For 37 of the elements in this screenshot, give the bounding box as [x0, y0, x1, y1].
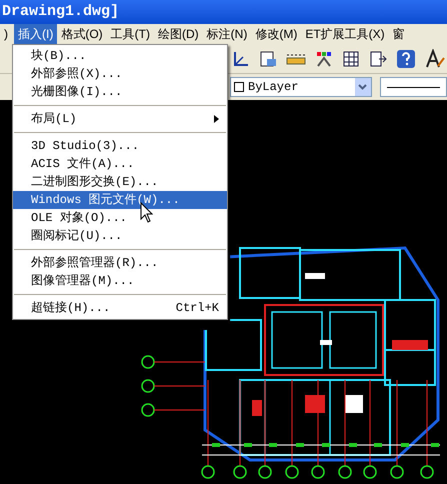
ucs-icon[interactable]: [232, 50, 250, 68]
menu-item[interactable]: 布局(L): [13, 110, 227, 128]
menu-bar-item[interactable]: 修改(M): [251, 24, 302, 44]
document-arrow-icon[interactable]: [369, 50, 387, 68]
menu-bar-item[interactable]: 绘图(D): [154, 24, 203, 44]
text-style-icon[interactable]: [425, 48, 445, 68]
linetype-line-icon: [386, 86, 440, 88]
menu-bar-item[interactable]: 标注(N): [202, 24, 252, 44]
menu-bar-item[interactable]: 插入(I): [14, 24, 58, 44]
color-swatch-icon: [234, 82, 244, 92]
menu-item[interactable]: ACIS 文件(A)...: [13, 155, 227, 173]
menu-item[interactable]: 圈阅标记(U)...: [13, 227, 227, 245]
menu-item[interactable]: OLE 对象(O)...: [13, 209, 227, 227]
window-title: Drawing1.dwg]: [2, 2, 120, 22]
submenu-arrow-icon: [214, 115, 219, 123]
menu-item[interactable]: 3D Studio(3)...: [13, 137, 227, 155]
color-value: ByLayer: [248, 79, 300, 96]
menu-item[interactable]: 二进制图形交换(E)...: [13, 173, 227, 191]
color-dropdown[interactable]: ByLayer: [230, 77, 372, 97]
menu-bar-item[interactable]: ET扩展工具(X): [301, 24, 389, 44]
linetype-dropdown[interactable]: [380, 77, 447, 97]
menu-item[interactable]: 外部参照(X)...: [13, 65, 227, 83]
menu-bar-item[interactable]: ): [0, 24, 14, 44]
menu-bar-item[interactable]: 窗: [388, 24, 409, 44]
menu-item[interactable]: 块(B)...: [13, 47, 227, 65]
palette-icon[interactable]: [315, 50, 333, 68]
menu-bar-item[interactable]: 工具(T): [106, 24, 154, 44]
document-icon[interactable]: [259, 50, 277, 68]
menu-item[interactable]: 光栅图像(I)...: [13, 83, 227, 101]
menu-item[interactable]: Windows 图元文件(W)...: [13, 191, 227, 209]
grid-icon[interactable]: [342, 50, 360, 68]
menu-bar-item[interactable]: 格式(O): [57, 24, 107, 44]
menu-item[interactable]: 图像管理器(M)...: [13, 272, 227, 290]
menu-item[interactable]: 外部参照管理器(R)...: [13, 254, 227, 272]
ruler-icon[interactable]: [286, 52, 306, 66]
help-icon[interactable]: [396, 48, 416, 68]
menu-item[interactable]: 超链接(H)... Ctrl+K: [13, 299, 227, 317]
